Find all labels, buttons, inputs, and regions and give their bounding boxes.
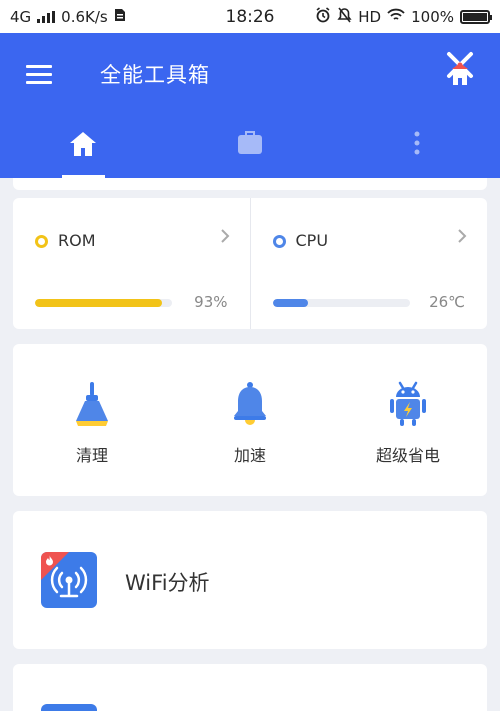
tab-more[interactable] (333, 128, 500, 178)
chevron-right-icon (457, 228, 467, 248)
tab-toolbox[interactable] (167, 128, 334, 178)
content-scroll[interactable]: ROM 93% CPU 26℃ 清理 加速 超级省电 WiFi分析 (0, 178, 500, 711)
wifi-analysis-icon (41, 552, 97, 608)
cpu-progress-fill (272, 299, 309, 307)
app-title: 全能工具箱 (100, 63, 210, 87)
rom-progress-bar (35, 299, 172, 307)
status-bar: 4G 0.6K/s 18:26 HD 100% (0, 0, 500, 33)
rom-progress-fill (35, 299, 163, 307)
stats-card: ROM 93% CPU 26℃ (13, 198, 487, 329)
rom-stat[interactable]: ROM 93% (13, 198, 250, 329)
cpu-indicator-icon (272, 235, 286, 248)
battery-percent: 100% (411, 7, 454, 26)
bell-icon (226, 380, 274, 428)
wifi-analysis-card[interactable]: WiFi分析 (13, 511, 487, 649)
tab-home[interactable] (0, 128, 167, 178)
android-battery-icon (384, 380, 432, 428)
next-feature-card[interactable] (13, 664, 487, 711)
hd-indicator: HD (358, 7, 382, 26)
home-icon (68, 130, 98, 162)
wifi-icon (387, 8, 405, 26)
wifi-analysis-label: WiFi分析 (125, 571, 210, 595)
status-right: HD 100% (315, 6, 492, 27)
menu-icon[interactable] (26, 65, 52, 85)
feature-icon (41, 704, 97, 711)
tab-bar (0, 128, 500, 178)
cpu-progress-bar (272, 299, 410, 307)
alarm-icon (315, 6, 331, 27)
rom-indicator-icon (35, 235, 48, 248)
app-bar: 全能工具箱 (0, 33, 500, 178)
tool-clean[interactable]: 清理 (13, 344, 171, 496)
briefcase-icon (236, 130, 264, 160)
tool-power-save-label: 超级省电 (375, 446, 440, 465)
tool-power-save[interactable]: 超级省电 (329, 344, 487, 496)
rom-value: 93% (194, 293, 228, 311)
tool-boost[interactable]: 加速 (171, 344, 329, 496)
rom-label: ROM (58, 231, 96, 250)
mute-bell-icon (337, 7, 352, 27)
battery-icon (460, 9, 492, 24)
broom-icon (68, 380, 116, 428)
windmill-icon[interactable] (444, 51, 476, 91)
cpu-stat[interactable]: CPU 26℃ (249, 198, 488, 329)
quick-tools-card: 清理 加速 超级省电 (13, 344, 487, 496)
previous-card-edge (13, 178, 487, 190)
cpu-value: 26℃ (429, 293, 465, 311)
tool-boost-label: 加速 (233, 446, 266, 465)
more-vertical-icon (413, 130, 421, 162)
chevron-right-icon (220, 228, 230, 248)
tool-clean-label: 清理 (75, 446, 108, 465)
cpu-label: CPU (295, 231, 329, 250)
